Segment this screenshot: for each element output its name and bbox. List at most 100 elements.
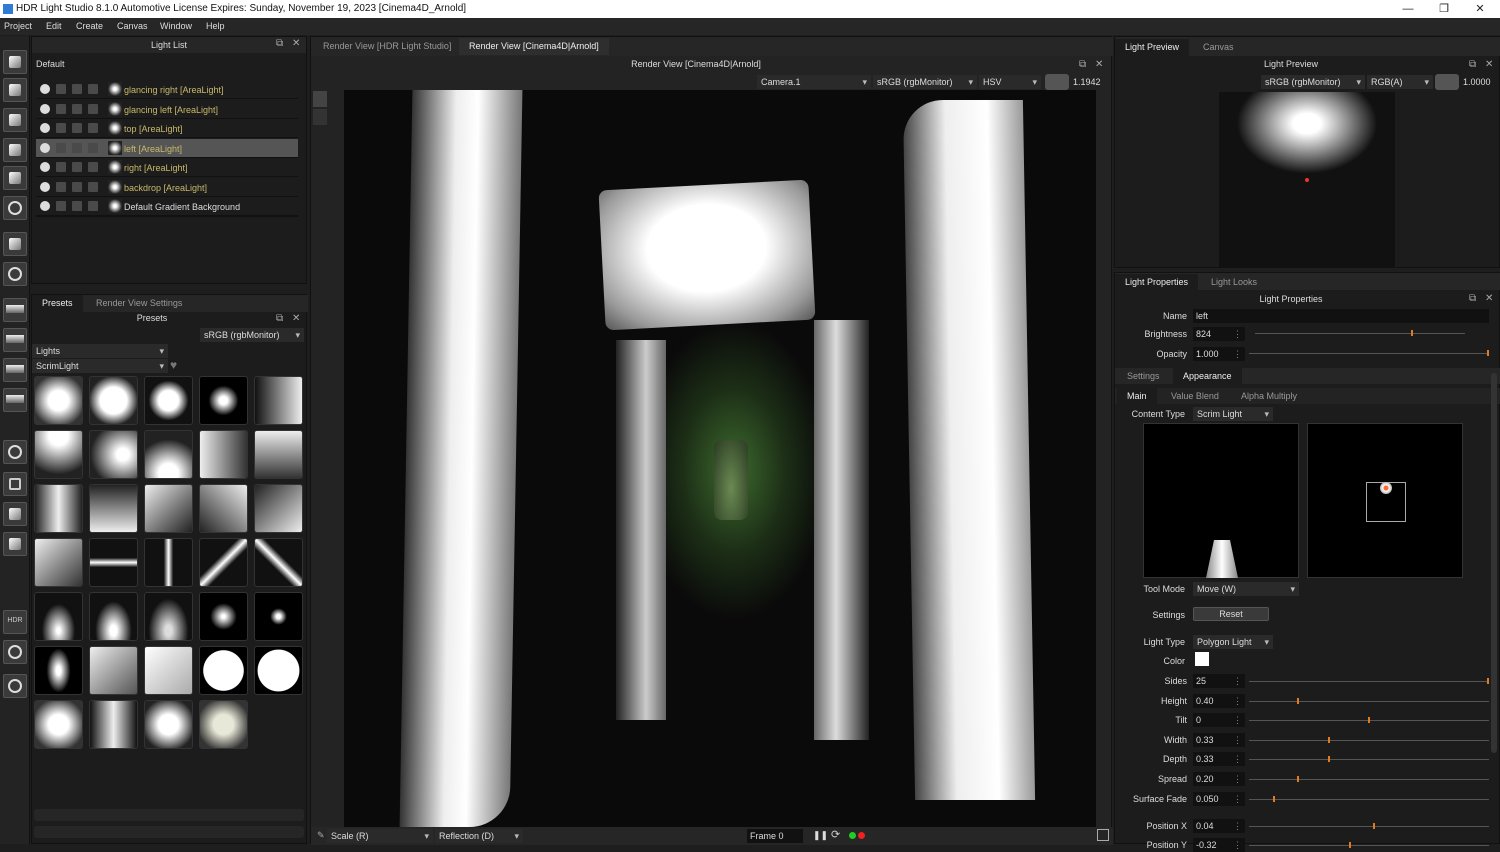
solo-icon[interactable] — [56, 142, 66, 153]
preset-tile[interactable] — [89, 376, 138, 425]
brush-icon[interactable]: ✎ — [317, 830, 325, 841]
light-ball-tool[interactable] — [3, 196, 27, 220]
param-slider-knob[interactable] — [1297, 697, 1299, 704]
preset-tile[interactable] — [34, 484, 83, 533]
preset-tile[interactable] — [144, 430, 193, 479]
param-value-field[interactable]: 0 — [1193, 713, 1245, 728]
lock-icon[interactable] — [72, 103, 82, 114]
float-icon[interactable]: ⧉ — [1469, 59, 1476, 70]
preset-tile[interactable] — [254, 376, 303, 425]
hdr-button[interactable]: HDR — [3, 610, 27, 634]
param-slider-knob[interactable] — [1349, 842, 1351, 848]
close-panel-icon[interactable]: ✕ — [1485, 59, 1493, 70]
light-row[interactable]: backdrop [AreaLight] — [36, 177, 298, 197]
visibility-eye-icon[interactable] — [40, 103, 50, 114]
menu-edit[interactable]: Edit — [46, 21, 62, 31]
param-slider[interactable] — [1249, 795, 1489, 802]
preview-channel-select[interactable]: RGB(A) — [1367, 75, 1433, 89]
param-slider[interactable] — [1249, 776, 1489, 782]
preset-tile[interactable] — [34, 592, 83, 641]
preset-search-bar[interactable] — [34, 809, 304, 821]
pause-icon[interactable]: ❚❚ — [813, 830, 828, 841]
opacity-slider[interactable] — [1249, 350, 1489, 356]
frame-field[interactable]: Frame 0 — [747, 829, 803, 843]
lock-icon[interactable] — [72, 123, 82, 133]
select-arrow-icon[interactable] — [313, 109, 327, 125]
close-panel-icon[interactable]: ✕ — [292, 38, 300, 49]
param-value-field[interactable]: -0.32 — [1193, 838, 1245, 852]
light-row[interactable]: Default Gradient Background — [36, 197, 298, 216]
view-mode-4[interactable] — [3, 388, 27, 412]
tab-main[interactable]: Main — [1117, 388, 1157, 404]
fire-tool[interactable] — [3, 232, 27, 256]
solo-icon[interactable] — [56, 162, 66, 172]
param-slider[interactable] — [1249, 697, 1489, 704]
visibility-eye-icon[interactable] — [40, 142, 50, 153]
select-icon[interactable] — [88, 103, 98, 114]
param-slider[interactable] — [1249, 823, 1489, 829]
light-row[interactable]: glancing left [AreaLight] — [36, 99, 298, 119]
brightness-slider[interactable] — [1255, 330, 1465, 336]
view-mode-3[interactable] — [3, 358, 27, 382]
preset-tile[interactable] — [34, 376, 83, 425]
preset-tile[interactable] — [89, 538, 138, 587]
float-icon[interactable]: ⧉ — [1469, 293, 1476, 304]
menu-canvas[interactable]: Canvas — [117, 21, 148, 31]
light-type-select[interactable]: Polygon Light — [1193, 635, 1273, 649]
select-icon[interactable] — [88, 181, 98, 192]
preset-filter-bar[interactable] — [34, 826, 304, 838]
preset-tile[interactable] — [34, 700, 83, 749]
tab-render-hdrls[interactable]: Render View [HDR Light Studio] — [313, 38, 461, 55]
select-icon[interactable] — [88, 123, 98, 133]
preset-tile[interactable] — [254, 592, 303, 641]
param-slider-knob[interactable] — [1328, 756, 1330, 763]
presets-subcategory-select[interactable]: ScrimLight — [32, 359, 168, 373]
preset-tile[interactable] — [199, 592, 248, 641]
preset-tile[interactable] — [144, 646, 193, 695]
param-slider[interactable] — [1249, 842, 1489, 848]
menu-create[interactable]: Create — [76, 21, 103, 31]
tab-light-preview[interactable]: Light Preview — [1115, 39, 1190, 56]
render-mode-select[interactable]: HSV — [979, 75, 1041, 89]
visibility-eye-icon[interactable] — [40, 162, 50, 172]
tab-presets[interactable]: Presets — [32, 295, 83, 312]
preset-tile[interactable] — [254, 430, 303, 479]
param-slider-knob[interactable] — [1273, 795, 1275, 802]
tab-appearance[interactable]: Appearance — [1173, 368, 1242, 384]
preset-tile[interactable] — [199, 538, 248, 587]
refresh-icon[interactable]: ⟳ — [831, 828, 840, 841]
preset-tile[interactable] — [199, 430, 248, 479]
reset-button[interactable]: Reset — [1193, 607, 1269, 621]
param-slider[interactable] — [1249, 756, 1489, 763]
select-box-button[interactable] — [3, 472, 27, 496]
solo-icon[interactable] — [56, 103, 66, 114]
paint-light-tool[interactable] — [3, 50, 27, 74]
preset-tile[interactable] — [89, 646, 138, 695]
preset-tile[interactable] — [199, 700, 248, 749]
param-slider-knob[interactable] — [1373, 823, 1375, 829]
paint-rim-tool[interactable] — [3, 78, 27, 102]
tab-alpha-multiply[interactable]: Alpha Multiply — [1231, 388, 1307, 404]
reflection-select[interactable]: Reflection (D) — [435, 829, 523, 843]
color-swatch[interactable] — [1195, 652, 1209, 666]
tool-mode-select[interactable]: Move (W) — [1193, 582, 1299, 596]
preset-tile[interactable] — [144, 484, 193, 533]
brightness-field[interactable]: 824 — [1193, 327, 1245, 341]
paint-reflection-tool[interactable] — [3, 108, 27, 132]
lock-icon[interactable] — [72, 142, 82, 153]
solo-icon[interactable] — [56, 84, 66, 94]
lock-icon[interactable] — [72, 162, 82, 172]
param-slider-knob[interactable] — [1328, 736, 1330, 743]
opacity-field[interactable]: 1.000 — [1193, 347, 1245, 361]
preset-tile[interactable] — [144, 538, 193, 587]
close-panel-icon[interactable]: ✕ — [1485, 293, 1493, 304]
opacity-slider-knob[interactable] — [1487, 350, 1489, 356]
exposure-gear-icon[interactable] — [1045, 74, 1069, 90]
select-icon[interactable] — [88, 84, 98, 94]
help-button[interactable] — [3, 674, 27, 698]
param-slider[interactable] — [1249, 736, 1489, 743]
preset-tile[interactable] — [89, 700, 138, 749]
param-slider-knob[interactable] — [1487, 678, 1489, 684]
param-value-field[interactable]: 0.20 — [1193, 772, 1245, 786]
preset-tile[interactable] — [199, 646, 248, 695]
